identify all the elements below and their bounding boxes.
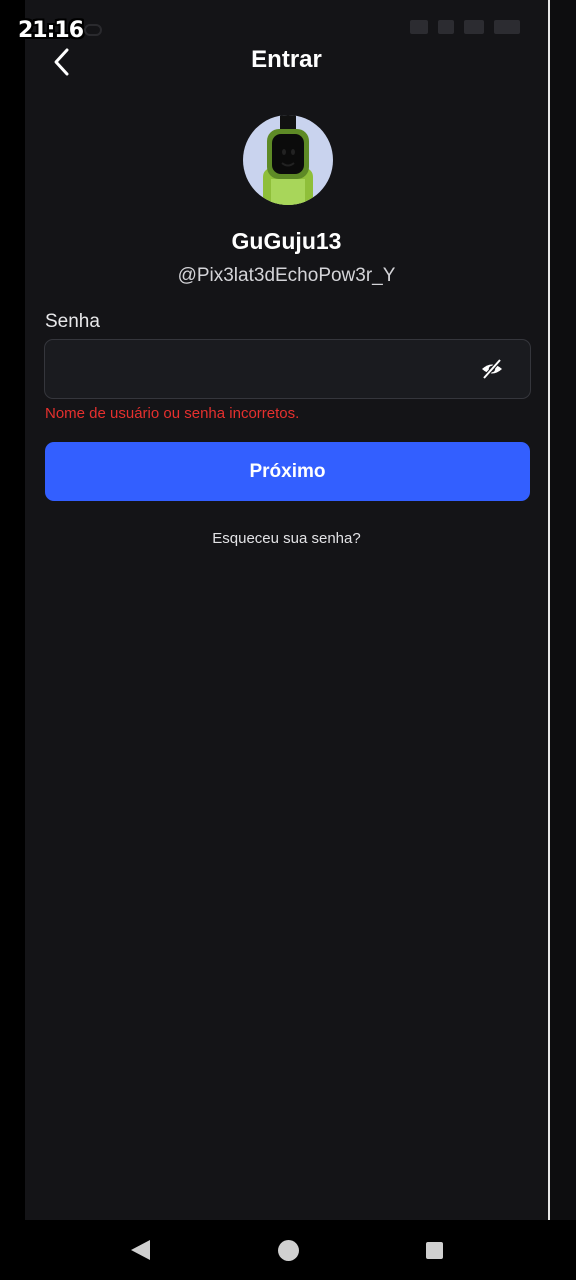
status-time: 21:16 — [18, 18, 84, 43]
left-edge — [0, 0, 25, 1220]
avatar-character-icon — [263, 115, 313, 205]
forgot-password-link[interactable]: Esqueceu sua senha? — [25, 530, 548, 547]
error-message: Nome de usuário ou senha incorretos. — [45, 405, 300, 422]
triangle-back-icon[interactable] — [131, 1240, 150, 1260]
right-edge — [548, 0, 576, 1220]
next-button[interactable]: Próximo — [45, 442, 530, 501]
battery-icon — [494, 20, 520, 34]
circle-home-icon[interactable] — [278, 1240, 299, 1261]
cloud-icon — [84, 24, 102, 36]
notification-icon — [410, 20, 428, 34]
eye-off-icon — [482, 358, 502, 380]
wifi-icon — [464, 20, 484, 34]
square-recents-icon[interactable] — [426, 1242, 443, 1259]
password-label: Senha — [45, 311, 100, 332]
password-field[interactable] — [44, 339, 531, 399]
volte-icon — [438, 20, 454, 34]
avatar — [243, 115, 333, 205]
display-name: GuGuju13 — [231, 228, 342, 254]
username: @Pix3lat3dEchoPow3r_Y — [177, 265, 396, 286]
password-input[interactable] — [59, 340, 459, 397]
toggle-password-visibility-button[interactable] — [479, 356, 505, 382]
status-icons — [410, 20, 520, 34]
page-title: Entrar — [251, 46, 322, 73]
